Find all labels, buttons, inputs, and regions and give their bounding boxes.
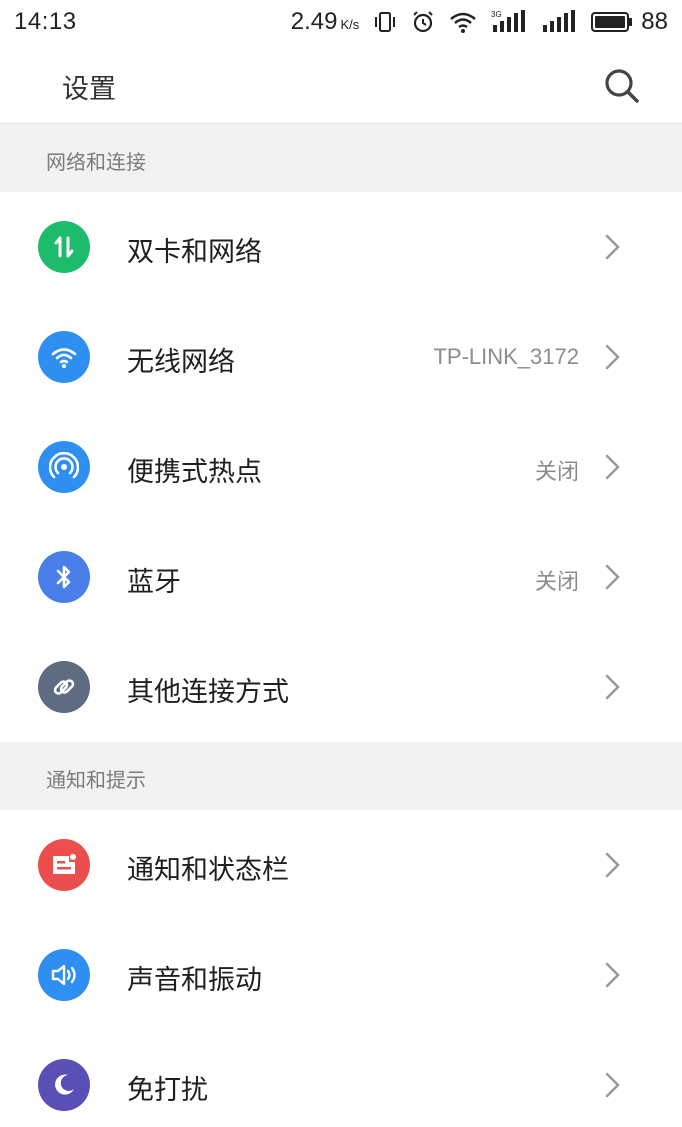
section-title: 通知和提示 <box>46 768 146 792</box>
settings-item-notification-bar[interactable]: 通知和状态栏 <box>0 810 682 920</box>
dual-sim-icon <box>38 221 90 273</box>
network-speed-unit: K/s <box>340 17 360 32</box>
settings-item-other-connections[interactable]: 其他连接方式 <box>0 632 682 742</box>
item-value: 关闭 <box>534 460 579 485</box>
chevron-right-icon <box>605 852 620 878</box>
title-bar: 设置 <box>0 44 682 124</box>
item-value: TP-LINK_3172 <box>433 344 579 369</box>
status-bar: 14:13 2.49 K/s 3G 88 <box>0 0 682 44</box>
settings-item-hotspot[interactable]: 便携式热点 关闭 <box>0 412 682 522</box>
signal-icon <box>541 10 577 34</box>
battery-icon <box>591 11 633 33</box>
alarm-icon <box>411 10 435 34</box>
chevron-right-icon <box>605 454 620 480</box>
item-label: 其他连接方式 <box>127 677 289 708</box>
item-value: 关闭 <box>534 570 579 595</box>
section-title: 网络和连接 <box>46 150 146 174</box>
item-label: 双卡和网络 <box>127 237 262 268</box>
settings-item-dual-sim[interactable]: 双卡和网络 <box>0 192 682 302</box>
item-label: 无线网络 <box>127 347 235 378</box>
network-speed-value: 2.49 <box>290 8 338 35</box>
status-indicators: 2.49 K/s 3G 88 <box>291 8 668 36</box>
settings-item-sound[interactable]: 声音和振动 <box>0 920 682 1030</box>
signal-3g-label: 3G <box>491 10 502 19</box>
settings-item-bluetooth[interactable]: 蓝牙 关闭 <box>0 522 682 632</box>
item-label: 免打扰 <box>127 1075 208 1106</box>
section-header-notifications: 通知和提示 <box>0 742 682 810</box>
page-title: 设置 <box>62 74 116 105</box>
chevron-right-icon <box>605 674 620 700</box>
notification-icon <box>38 839 90 891</box>
vibrate-icon <box>373 11 397 33</box>
section-header-network: 网络和连接 <box>0 124 682 192</box>
chevron-right-icon <box>605 1072 620 1098</box>
item-label: 便携式热点 <box>127 457 262 488</box>
item-label: 通知和状态栏 <box>127 855 289 886</box>
hotspot-icon <box>38 441 90 493</box>
item-label: 蓝牙 <box>127 567 181 598</box>
item-label: 声音和振动 <box>127 965 262 996</box>
moon-icon <box>38 1059 90 1111</box>
chevron-right-icon <box>605 344 620 370</box>
status-time: 14:13 <box>14 8 77 35</box>
link-icon <box>38 661 90 713</box>
chevron-right-icon <box>605 234 620 260</box>
wifi-icon <box>38 331 90 383</box>
search-button[interactable] <box>600 64 644 108</box>
signal-3g-icon: 3G <box>491 10 527 34</box>
battery-level: 88 <box>641 8 668 35</box>
network-speed: 2.49 K/s <box>291 8 360 36</box>
search-icon <box>605 69 639 103</box>
wifi-status-icon <box>449 11 477 33</box>
settings-item-wifi[interactable]: 无线网络 TP-LINK_3172 <box>0 302 682 412</box>
chevron-right-icon <box>605 564 620 590</box>
sound-icon <box>38 949 90 1001</box>
chevron-right-icon <box>605 962 620 988</box>
bluetooth-icon <box>38 551 90 603</box>
settings-item-do-not-disturb[interactable]: 免打扰 <box>0 1030 682 1127</box>
